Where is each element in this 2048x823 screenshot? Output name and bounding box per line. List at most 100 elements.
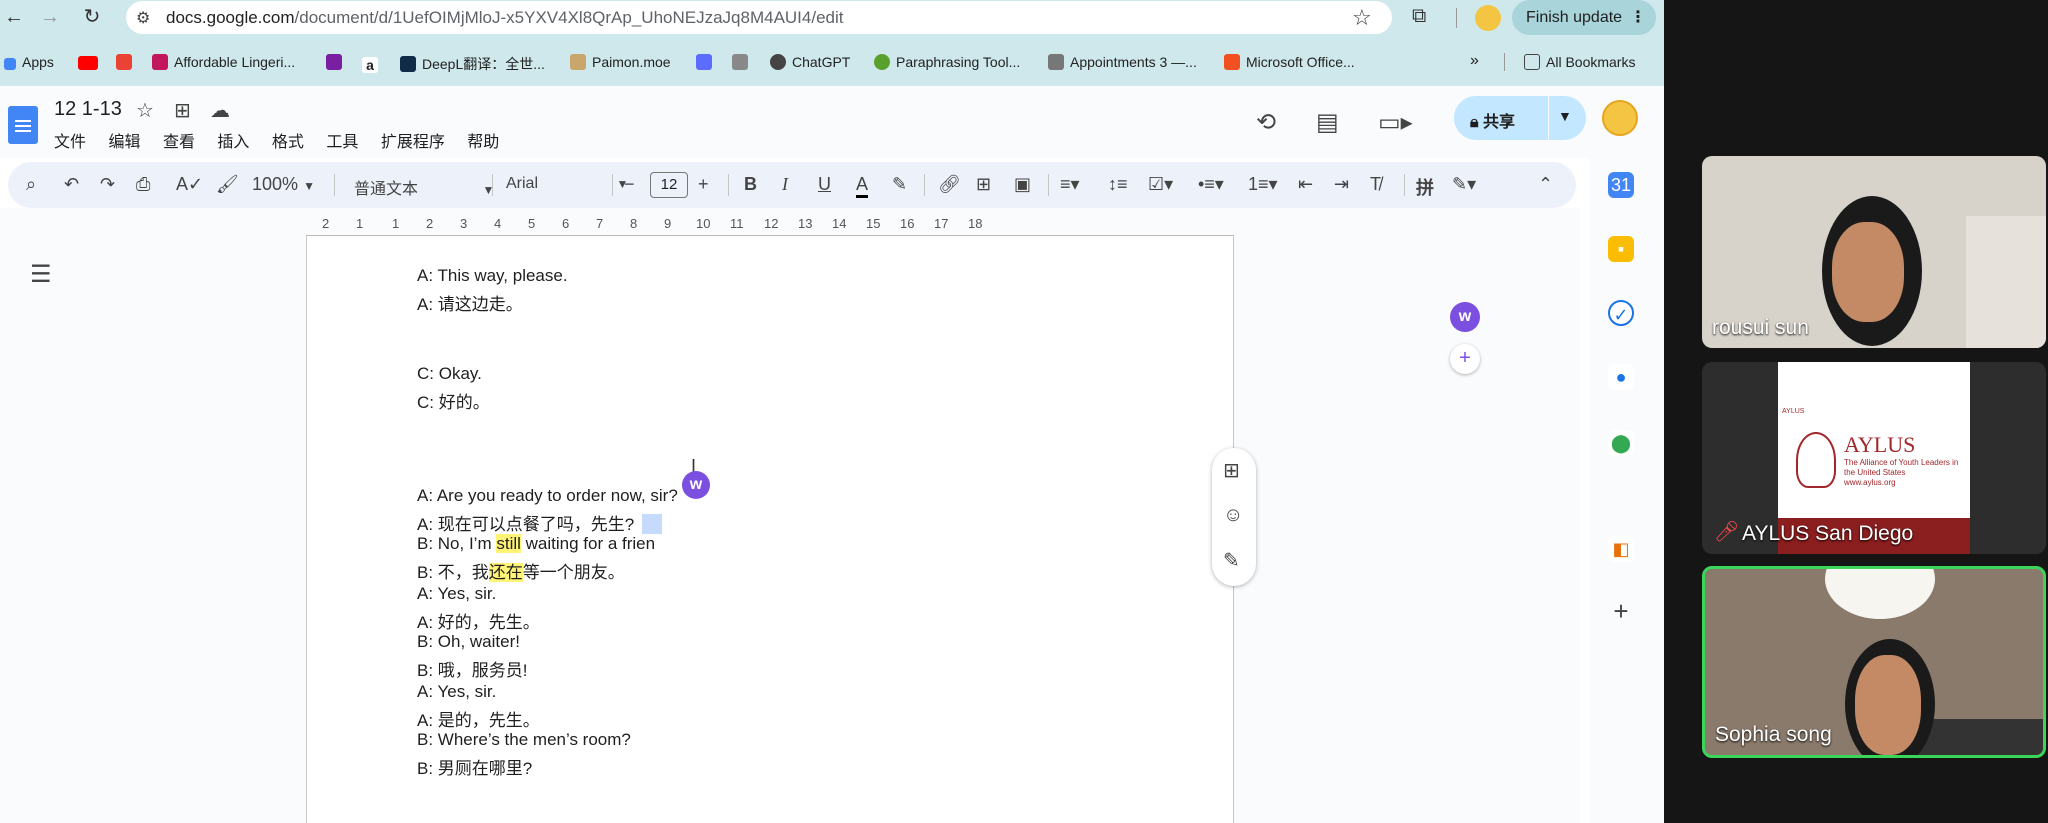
print-icon[interactable]: ⎙: [136, 174, 150, 195]
share-button[interactable]: 🔒︎ 共享 ▼: [1454, 96, 1586, 140]
suggest-edits-icon[interactable]: ✎: [1223, 548, 1240, 573]
star-icon[interactable]: ☆: [136, 98, 154, 123]
bookmark-deepl[interactable]: DeepL翻译：全世...: [400, 54, 545, 74]
zoom-select[interactable]: 100% ▼: [252, 174, 315, 195]
document-title[interactable]: 12 1-13: [54, 98, 122, 121]
highlight-icon[interactable]: ✎: [892, 174, 907, 195]
insert-image-icon[interactable]: ▣: [1014, 174, 1031, 195]
undo-icon[interactable]: ↶: [64, 174, 79, 195]
calendar-icon[interactable]: 31: [1608, 172, 1634, 198]
site-info-icon[interactable]: ⚙: [136, 8, 150, 28]
address-bar[interactable]: ⚙ docs.google.com/document/d/1UefOIMjMlo…: [126, 1, 1392, 34]
bookmark-youtube[interactable]: [78, 54, 104, 70]
menu-extensions[interactable]: 扩展程序: [381, 128, 445, 152]
insert-link-icon[interactable]: 🔗︎: [938, 174, 961, 195]
bookmark-office[interactable]: Microsoft Office...: [1224, 54, 1355, 70]
bookmark-gmail[interactable]: [116, 54, 138, 70]
underline-icon[interactable]: U: [818, 174, 831, 195]
document-outline-icon[interactable]: ☰: [30, 260, 52, 289]
get-addons-icon[interactable]: +: [1608, 598, 1634, 624]
editing-mode-icon[interactable]: ✎▾: [1452, 174, 1476, 195]
more-vert-icon[interactable]: ⋮: [1630, 0, 1646, 35]
menu-format[interactable]: 格式: [272, 128, 304, 152]
menu-file[interactable]: 文件: [54, 128, 86, 152]
forward-button[interactable]: →: [36, 4, 64, 30]
italic-icon[interactable]: I: [782, 174, 788, 195]
numbered-list-icon[interactable]: 1≡▾: [1248, 174, 1278, 195]
bulleted-list-icon[interactable]: •≡▾: [1198, 174, 1224, 195]
more-bookmarks-button[interactable]: »: [1470, 52, 1479, 70]
bookmark-affordable[interactable]: Affordable Lingeri...: [152, 54, 295, 70]
browser-window: ← → ↻ ⚙ docs.google.com/document/d/1UefO…: [0, 0, 1664, 823]
menu-help[interactable]: 帮助: [467, 128, 499, 152]
search-menus-icon[interactable]: ⌕: [26, 174, 36, 195]
emoji-reaction-icon[interactable]: ☺: [1223, 504, 1243, 527]
contacts-icon[interactable]: ●: [1608, 364, 1634, 390]
menu-view[interactable]: 查看: [163, 128, 195, 152]
increase-indent-icon[interactable]: ⇥: [1334, 174, 1349, 195]
tasks-icon[interactable]: ✓: [1608, 300, 1634, 326]
font-size-input[interactable]: 12: [650, 172, 688, 198]
bookmark-gray[interactable]: [732, 54, 754, 70]
participant-tile-active[interactable]: Sophia song: [1702, 566, 2046, 758]
menu-tools[interactable]: 工具: [326, 128, 358, 152]
document-page[interactable]: A: This way, please. A: 请这边走。 C: Okay. C…: [306, 236, 1234, 823]
input-tools-icon[interactable]: 拼: [1416, 174, 1434, 200]
bookmark-star-icon[interactable]: ☆: [1352, 5, 1372, 31]
paint-format-icon[interactable]: 🖌︎: [216, 174, 239, 195]
font-select[interactable]: Arial ▼: [506, 175, 628, 193]
style-select[interactable]: 普通文本 ▼: [354, 175, 494, 199]
decrease-indent-icon[interactable]: ⇤: [1298, 174, 1313, 195]
checklist-icon[interactable]: ☑▾: [1148, 174, 1173, 195]
bookmark-paraphrasing[interactable]: Paraphrasing Tool...: [874, 54, 1020, 70]
deepl-icon: [400, 56, 416, 72]
redo-icon[interactable]: ↷: [100, 174, 115, 195]
decrease-font-size-icon[interactable]: −: [624, 174, 635, 195]
floating-comment-tools: ⊞ ☺ ✎: [1212, 448, 1256, 586]
align-icon[interactable]: ≡▾: [1060, 174, 1080, 195]
version-history-icon[interactable]: ⟲: [1256, 108, 1276, 137]
bookmark-chatgpt[interactable]: ChatGPT: [770, 54, 850, 70]
bookmark-purple[interactable]: [326, 54, 348, 70]
bold-icon[interactable]: B: [744, 174, 757, 195]
bookmark-divider: [1504, 53, 1505, 71]
office-addon-icon[interactable]: ◧: [1608, 536, 1634, 562]
move-folder-icon[interactable]: ⊞: [174, 98, 191, 123]
bookmark-appointments[interactable]: Appointments 3 —...: [1048, 54, 1197, 70]
profile-icon[interactable]: [1475, 5, 1501, 31]
spellcheck-icon[interactable]: A✓: [176, 174, 203, 195]
bookmark-apps[interactable]: Apps: [4, 54, 54, 70]
increase-font-size-icon[interactable]: +: [698, 174, 709, 195]
back-button[interactable]: ←: [0, 4, 28, 30]
menu-edit[interactable]: 编辑: [108, 128, 140, 152]
bookmark-blue[interactable]: [696, 54, 718, 70]
ruler-number: 9: [664, 216, 672, 231]
writing-assistant-icon[interactable]: w: [1450, 302, 1480, 332]
cloud-status-icon[interactable]: ☁: [210, 98, 230, 123]
add-button[interactable]: +: [1450, 344, 1480, 374]
participant-tile[interactable]: rousui sun: [1702, 156, 2046, 348]
text-color-icon[interactable]: A: [856, 174, 869, 198]
keep-icon[interactable]: ▪: [1608, 236, 1634, 262]
account-avatar[interactable]: [1602, 100, 1638, 136]
writing-assistant-icon[interactable]: w: [682, 471, 710, 499]
extensions-icon[interactable]: ⧉: [1412, 5, 1426, 28]
add-comment-icon[interactable]: ⊞: [976, 174, 991, 195]
bookmark-amazon[interactable]: a: [362, 54, 384, 73]
menu-insert[interactable]: 插入: [217, 128, 249, 152]
reload-button[interactable]: ↻: [78, 4, 106, 30]
collapse-menus-icon[interactable]: ⌃: [1538, 174, 1553, 195]
maps-icon[interactable]: ⬤: [1608, 430, 1634, 456]
browser-chrome: ← → ↻ ⚙ docs.google.com/document/d/1UefO…: [0, 0, 1664, 86]
comments-icon[interactable]: ▤: [1316, 108, 1339, 137]
share-dropdown-icon[interactable]: ▼: [1558, 108, 1572, 124]
participant-tile[interactable]: AYLUS AYLUS The Alliance of Youth Leader…: [1702, 362, 2046, 554]
meet-icon[interactable]: ▭▸: [1378, 108, 1413, 137]
add-comment-icon[interactable]: ⊞: [1223, 458, 1240, 483]
clear-formatting-icon[interactable]: T̸: [1370, 174, 1381, 195]
finish-update-button[interactable]: Finish update ⋮: [1512, 0, 1656, 35]
line-spacing-icon[interactable]: ↕≡: [1108, 174, 1128, 195]
all-bookmarks-button[interactable]: All Bookmarks: [1524, 54, 1635, 70]
docs-logo-icon[interactable]: [8, 106, 38, 144]
bookmark-paimon[interactable]: Paimon.moe: [570, 54, 671, 70]
